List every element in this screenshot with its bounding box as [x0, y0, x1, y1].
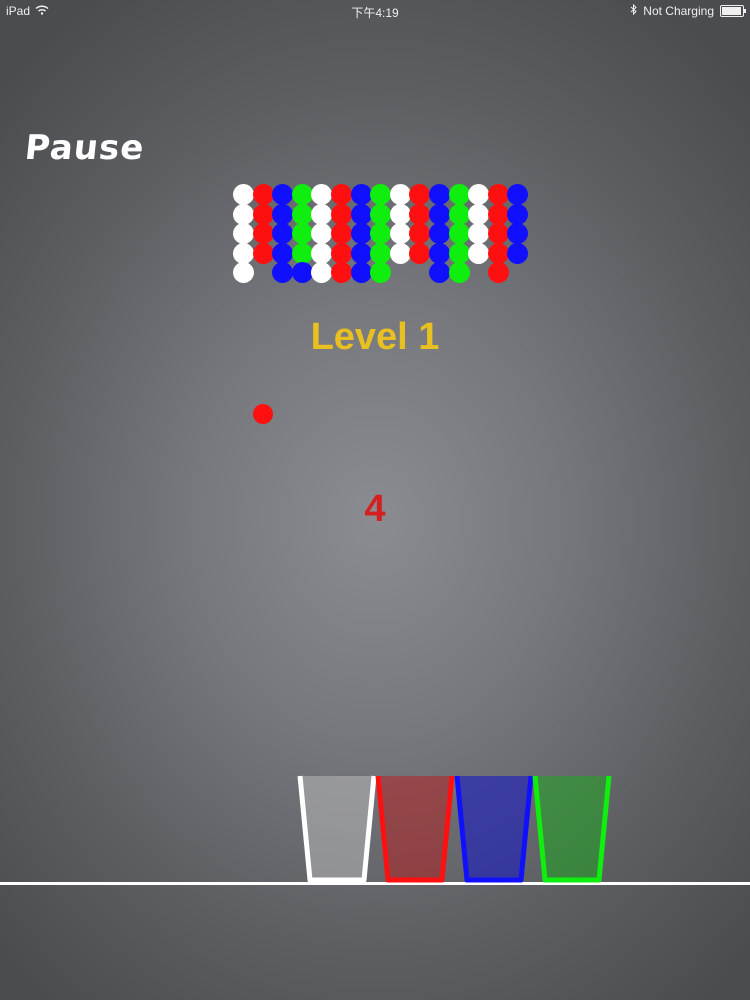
ball-red [487, 184, 509, 205]
ball-red [331, 203, 352, 225]
ball-red [252, 242, 274, 264]
ball-white [233, 203, 254, 225]
ball-white [389, 203, 411, 225]
ball-red [331, 184, 352, 205]
ball-white [468, 242, 490, 264]
ball-white [389, 184, 411, 205]
ball-green [291, 184, 313, 205]
ball-blue [507, 184, 529, 205]
ball-green [370, 262, 392, 283]
ball-green [291, 242, 313, 264]
ball-red [487, 242, 509, 264]
level-label: Level 1 [310, 316, 440, 358]
ball-red [331, 242, 352, 264]
ball-blue [429, 242, 450, 264]
ball-green [370, 223, 392, 244]
ball-red [252, 184, 274, 205]
ball-white [468, 184, 490, 205]
ball-white [233, 223, 254, 244]
ball-white [311, 223, 333, 244]
cup-red [375, 774, 455, 884]
ball-grid [233, 184, 533, 284]
ball-blue [272, 242, 294, 264]
falling-ball [253, 404, 273, 424]
ball-red [331, 262, 352, 283]
ball-blue [350, 242, 372, 264]
ball-red [487, 223, 509, 244]
ball-red [409, 203, 431, 225]
ball-blue [429, 262, 450, 283]
status-bar: iPad 下午4:19 Not Charging [0, 0, 750, 20]
cup-blue [454, 774, 534, 884]
ball-blue [429, 223, 450, 244]
ball-blue [350, 262, 372, 283]
ball-green [370, 203, 392, 225]
ball-red [409, 242, 431, 264]
ball-red [252, 223, 274, 244]
cup-white [297, 774, 377, 884]
ball-green [448, 223, 470, 244]
ball-green [448, 184, 470, 205]
ball-blue [350, 223, 372, 244]
ball-white [311, 262, 333, 283]
ball-green [291, 203, 313, 225]
ball-green [370, 242, 392, 264]
bluetooth-icon [630, 3, 638, 18]
ball-red [487, 262, 509, 283]
battery-icon [720, 5, 746, 17]
ball-green [448, 262, 470, 283]
ball-blue [272, 184, 294, 205]
ball-white [233, 262, 254, 283]
ball-white [468, 223, 490, 244]
status-right: Not Charging [630, 3, 746, 18]
charging-label: Not Charging [643, 4, 714, 18]
ball-red [409, 223, 431, 244]
ball-white [233, 242, 254, 264]
ball-green [448, 203, 470, 225]
ball-blue [507, 203, 529, 225]
ball-blue [429, 184, 450, 205]
ball-blue [507, 223, 529, 244]
ball-blue [272, 223, 294, 244]
ball-green [448, 242, 470, 264]
ball-white [233, 184, 254, 205]
ball-blue [350, 184, 372, 205]
ball-red [252, 203, 274, 225]
ball-red [487, 203, 509, 225]
ball-blue [291, 262, 313, 283]
ball-blue [272, 203, 294, 225]
cup-green [532, 774, 612, 884]
countdown-number: 4 [364, 488, 386, 530]
ball-white [389, 242, 411, 264]
ball-red [409, 184, 431, 205]
ball-white [311, 184, 333, 205]
ball-white [311, 242, 333, 264]
ball-blue [272, 262, 294, 283]
pause-button[interactable]: Pause [23, 128, 147, 168]
ball-white [311, 203, 333, 225]
ball-white [468, 203, 490, 225]
ball-green [291, 223, 313, 244]
ball-red [331, 223, 352, 244]
ball-blue [350, 203, 372, 225]
ball-blue [507, 242, 529, 264]
ball-green [370, 184, 392, 205]
ball-blue [429, 203, 450, 225]
ball-white [389, 223, 411, 244]
